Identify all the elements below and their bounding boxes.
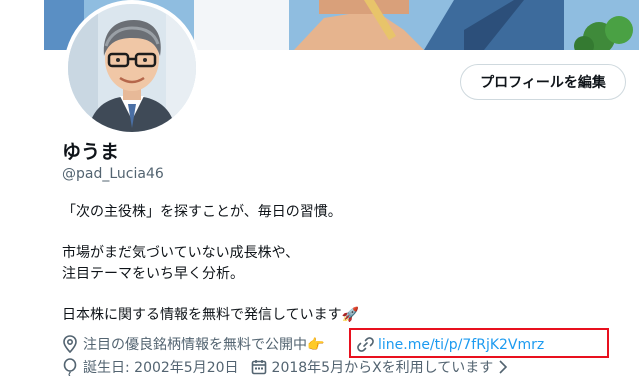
profile-avatar[interactable] — [64, 0, 200, 136]
link-icon — [357, 337, 374, 352]
bio-line: 日本株に関する情報を無料で発信しています🚀 — [62, 306, 360, 323]
profile-meta-location: 注目の優良銘柄情報を無料で公開中👉 — [62, 334, 324, 354]
calendar-icon — [251, 360, 266, 375]
bio-line: 注目テーマをいち早く分析。 — [62, 265, 244, 282]
bio-line: 「次の主役株」を探すことが、毎日の習慣。 — [62, 204, 342, 220]
edit-profile-button[interactable]: プロフィールを編集 — [460, 64, 626, 100]
location-text: 注目の優良銘柄情報を無料で公開中👉 — [83, 337, 325, 353]
balloon-icon — [63, 358, 77, 376]
chevron-right-icon[interactable] — [497, 359, 509, 375]
joined-text: 2018年5月からXを利用しています — [271, 360, 494, 376]
profile-bio: 「次の主役株」を探すことが、毎日の習慣。 市場がまだ気づいていない成長株や、 注… — [62, 202, 622, 325]
website-link[interactable]: line.me/ti/p/7fRjK2Vmrz — [357, 336, 544, 353]
user-handle: @pad_Lucia46 — [62, 166, 164, 182]
website-url[interactable]: line.me/ti/p/7fRjK2Vmrz — [378, 337, 544, 353]
location-pin-icon — [63, 335, 77, 353]
profile-meta-dates: 誕生日: 2002年5月20日 2018年5月からXを利用しています — [62, 357, 509, 377]
bio-line: 市場がまだ気づいていない成長株や、 — [62, 245, 300, 261]
display-name: ゆうま — [62, 141, 120, 163]
birthday-text: 誕生日: 2002年5月20日 — [83, 360, 239, 376]
